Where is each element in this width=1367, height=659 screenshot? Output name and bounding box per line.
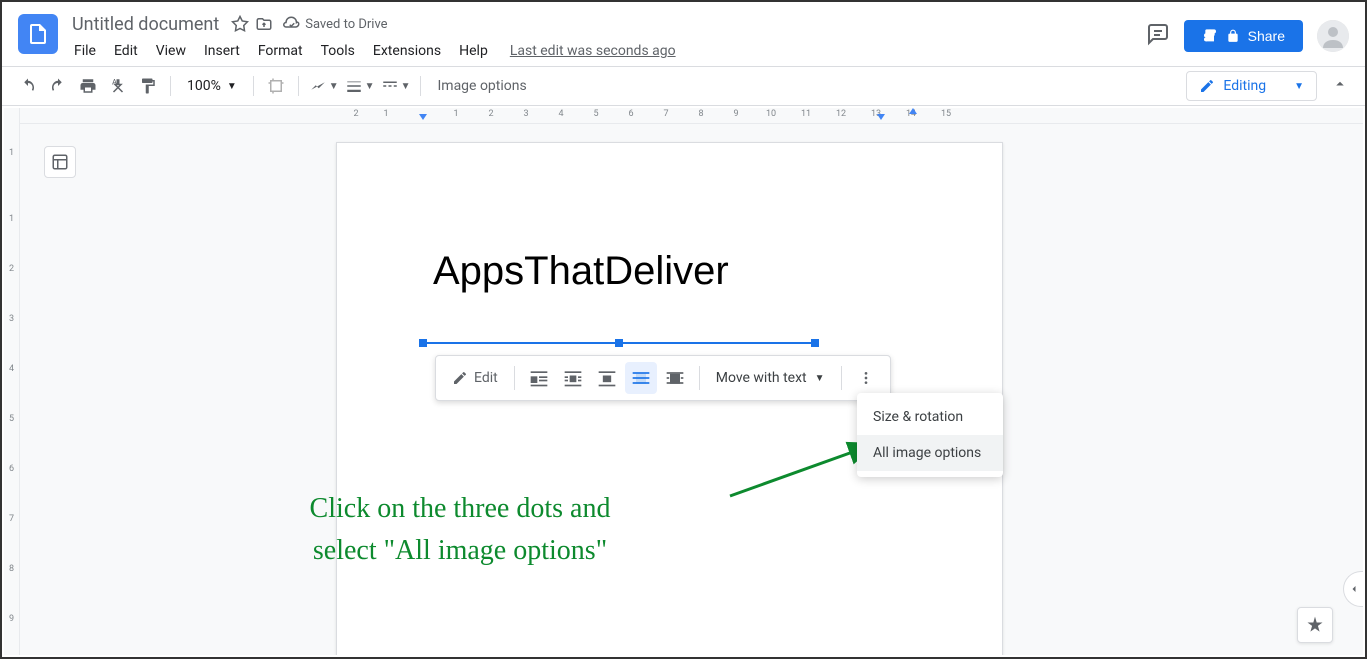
border-style-dropdown[interactable]: ▼ <box>379 77 413 95</box>
image-selection[interactable] <box>423 342 815 344</box>
wrap-inline-button[interactable] <box>523 362 555 394</box>
menu-size-rotation[interactable]: Size & rotation <box>857 399 1003 435</box>
move-folder-icon[interactable] <box>255 15 273 33</box>
print-button[interactable] <box>74 72 102 100</box>
menu-edit[interactable]: Edit <box>106 39 146 63</box>
menu-format[interactable]: Format <box>250 39 311 63</box>
menu-tools[interactable]: Tools <box>313 39 363 63</box>
redo-button[interactable] <box>44 72 72 100</box>
menu-help[interactable]: Help <box>451 39 496 63</box>
move-with-text-dropdown[interactable]: Move with text ▼ <box>708 366 833 390</box>
menu-all-image-options[interactable]: All image options <box>857 435 1003 471</box>
collapse-toolbar-button[interactable] <box>1327 71 1353 101</box>
resize-handle-right[interactable] <box>811 339 819 347</box>
behind-text-button[interactable] <box>625 362 657 394</box>
document-page[interactable]: AppsThatDeliver Edit <box>336 142 1003 655</box>
vertical-ruler: 1 1 2 3 4 5 6 7 8 9 <box>4 108 20 655</box>
crop-button[interactable] <box>262 72 290 100</box>
more-options-menu: Size & rotation All image options <box>857 393 1003 477</box>
user-avatar[interactable] <box>1317 20 1349 52</box>
share-button[interactable]: Share <box>1184 20 1303 52</box>
break-text-button[interactable] <box>591 362 623 394</box>
front-text-button[interactable] <box>659 362 691 394</box>
last-edit-link[interactable]: Last edit was seconds ago <box>510 43 676 59</box>
save-status-text: Saved to Drive <box>305 17 387 32</box>
image-options-button[interactable]: Image options <box>429 74 534 98</box>
menu-insert[interactable]: Insert <box>196 39 248 63</box>
star-icon[interactable] <box>231 15 249 33</box>
svg-text:A: A <box>112 78 117 87</box>
side-panel-toggle[interactable] <box>1343 571 1363 607</box>
menubar: File Edit View Insert Format Tools Exten… <box>66 38 1146 64</box>
document-title[interactable]: Untitled document <box>66 12 225 37</box>
document-heading[interactable]: AppsThatDeliver <box>433 249 729 294</box>
docs-logo[interactable] <box>18 14 58 54</box>
spellcheck-button[interactable]: A <box>104 72 132 100</box>
menu-file[interactable]: File <box>66 39 104 63</box>
horizontal-ruler: 2 1 1 2 3 4 5 6 7 8 9 10 11 12 13 14 15 <box>20 108 1363 124</box>
share-label: Share <box>1248 28 1285 44</box>
border-weight-dropdown[interactable]: ▼ <box>343 77 377 95</box>
border-color-dropdown[interactable]: ▼ <box>307 77 341 95</box>
editing-mode-dropdown[interactable]: Editing ▼ <box>1186 71 1317 101</box>
image-floating-toolbar: Edit Move with text ▼ <box>435 355 891 401</box>
menu-extensions[interactable]: Extensions <box>365 39 449 63</box>
undo-button[interactable] <box>14 72 42 100</box>
resize-handle-mid[interactable] <box>615 339 623 347</box>
menu-view[interactable]: View <box>148 39 194 63</box>
edit-image-button[interactable]: Edit <box>444 366 506 390</box>
toolbar: A 100%▼ ▼ ▼ ▼ Image options Editing ▼ <box>2 66 1365 106</box>
zoom-dropdown[interactable]: 100%▼ <box>179 74 245 98</box>
explore-button[interactable] <box>1297 607 1333 643</box>
comments-icon[interactable] <box>1146 22 1170 50</box>
paint-format-button[interactable] <box>134 72 162 100</box>
outline-toggle-button[interactable] <box>44 146 76 178</box>
wrap-text-button[interactable] <box>557 362 589 394</box>
resize-handle-left[interactable] <box>419 339 427 347</box>
save-status: Saved to Drive <box>283 15 387 33</box>
more-options-button[interactable] <box>850 362 882 394</box>
